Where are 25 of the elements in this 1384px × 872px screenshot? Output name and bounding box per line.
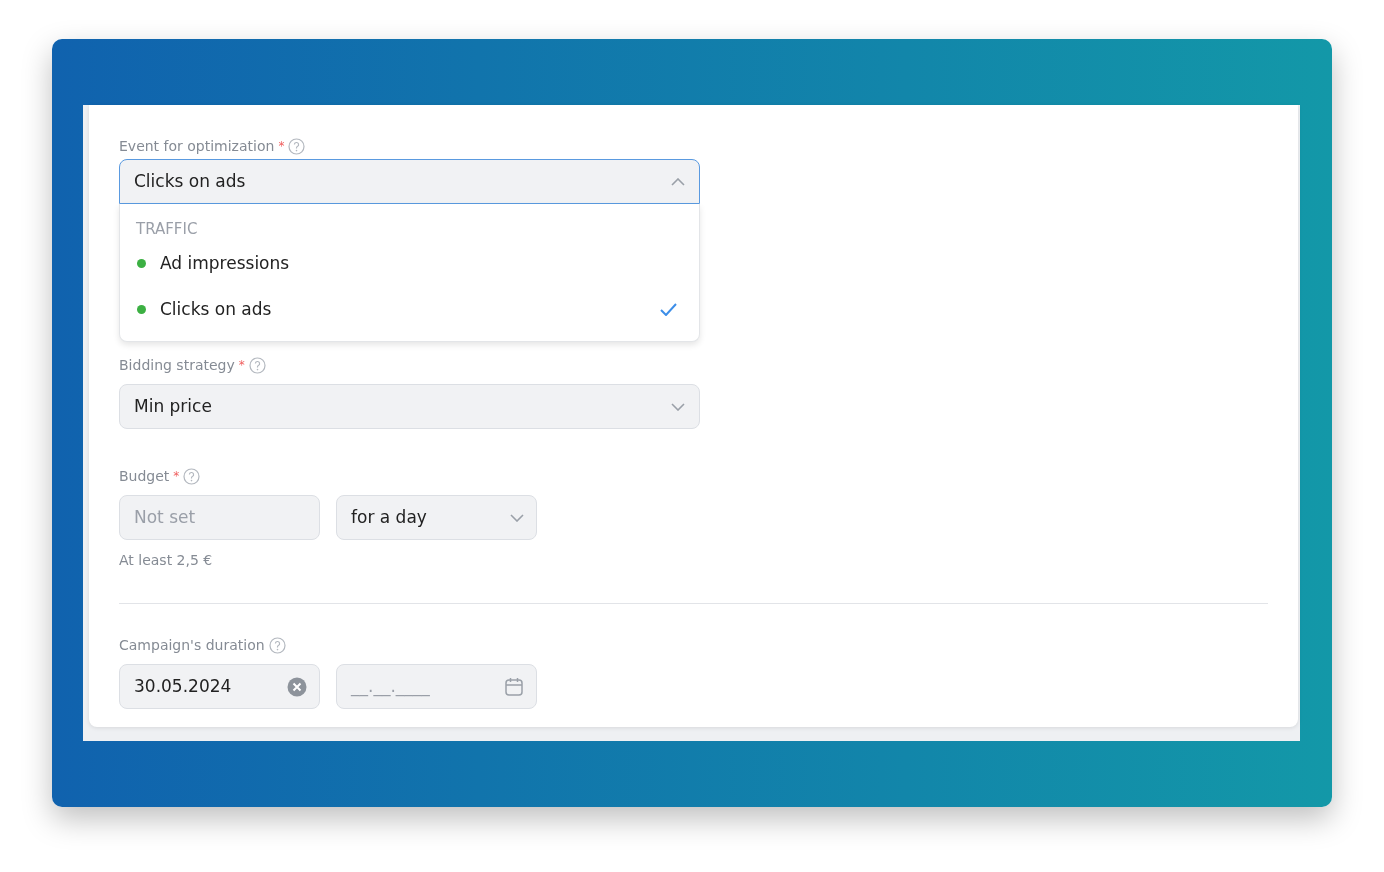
chevron-down-icon bbox=[510, 513, 524, 522]
dropdown-option[interactable]: Clicks on ads bbox=[120, 286, 699, 333]
start-date-field[interactable]: 30.05.2024 bbox=[119, 664, 320, 709]
chevron-down-icon bbox=[671, 402, 685, 411]
hint-text: At least 2,5 € bbox=[119, 551, 214, 570]
select-field[interactable]: Clicks on ads bbox=[119, 159, 700, 204]
check-icon bbox=[660, 303, 677, 316]
help-icon bbox=[288, 137, 306, 155]
field-label: Campaign's duration bbox=[119, 635, 265, 655]
required-mark: * bbox=[278, 138, 285, 155]
field-label: Budget bbox=[119, 466, 170, 486]
help-icon bbox=[248, 356, 266, 374]
required-mark: * bbox=[238, 357, 245, 374]
period-select[interactable]: for a day bbox=[336, 495, 537, 540]
group-heading: TRAFFIC bbox=[136, 219, 199, 240]
required-mark: * bbox=[173, 468, 180, 485]
help-icon bbox=[268, 636, 286, 654]
dropdown-option[interactable]: Ad impressions bbox=[120, 240, 699, 287]
select-field[interactable]: Min price bbox=[119, 384, 700, 429]
help-icon bbox=[183, 467, 201, 485]
field-label: Event for optimization bbox=[119, 136, 275, 156]
chevron-up-icon bbox=[671, 177, 685, 186]
clear-icon bbox=[287, 676, 307, 697]
calendar-icon bbox=[504, 676, 524, 697]
field-label: Bidding strategy bbox=[119, 355, 235, 375]
